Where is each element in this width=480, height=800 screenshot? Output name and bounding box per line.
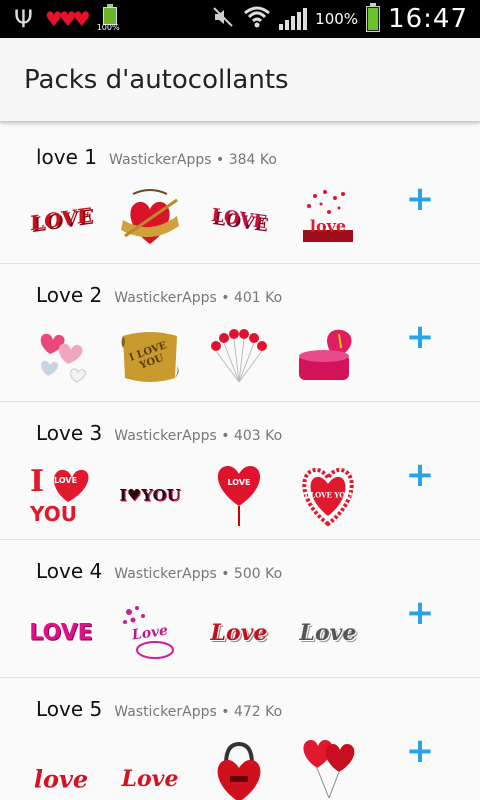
sticker-preview: love [295,186,361,252]
pack-header: Love 3 WastickerApps • 403 Ko [36,421,282,445]
sticker-preview [117,186,183,252]
sticker-pack-list: love 1 WastickerApps • 384 Ko LOVE LOVE … [0,126,480,800]
sticker-preview: LOVE [28,186,94,252]
pack-meta: WastickerApps • 403 Ko [114,428,283,444]
sticker-preview [295,324,361,390]
pack-name: Love 4 [36,559,103,583]
sticker-previews: LOVE LOVE love [28,186,361,252]
add-pack-button[interactable]: + [404,596,436,630]
sticker-text: I♥YOU [119,485,181,505]
sticker-preview [206,324,272,390]
sticker-text: love [309,216,347,236]
sticker-previews: I LOVE YOU [28,324,361,390]
sticker-pack-row[interactable]: Love 2 WastickerApps • 401 Ko I LOVE YOU… [0,264,480,402]
add-pack-button[interactable]: + [404,734,436,768]
battery-percent: 100% [315,10,359,28]
sticker-text: YOU [30,502,78,526]
sticker-text: LOVE [54,476,78,485]
sticker-preview: love [28,738,94,800]
sticker-preview [206,738,272,800]
app-bar: Packs d'autocollants [0,38,480,122]
sticker-text: LOVE [209,204,269,234]
pack-meta: WastickerApps • 472 Ko [114,704,283,720]
page-title: Packs d'autocollants [24,65,289,95]
sticker-text: Love [299,620,357,646]
sticker-preview: Love [117,738,183,800]
sticker-text: Love [121,765,179,792]
small-battery-label: 100% [96,23,120,32]
pack-name: love 1 [36,145,98,169]
battery-icon [366,3,381,32]
sticker-preview: Love [117,600,183,666]
sticker-previews: love Love [28,738,361,800]
signal-icon [279,8,308,30]
add-pack-button[interactable]: + [404,320,436,354]
hearts-notification-icon: ♥♥♥ [44,7,91,31]
sticker-preview [28,324,94,390]
sticker-preview: I♥YOU [117,462,183,528]
status-bar: Ψ ♥♥♥ 100% 100% 16:47 [0,0,480,38]
sticker-preview: LOVE [206,462,272,528]
pack-name: Love 5 [36,697,103,721]
sticker-preview: I LOVE YOU [295,462,361,528]
sticker-previews: LOVE Love Love Love [28,600,361,666]
sticker-pack-row[interactable]: love 1 WastickerApps • 384 Ko LOVE LOVE … [0,126,480,264]
sticker-preview: Love [295,600,361,666]
mute-icon [211,5,235,34]
sticker-preview: I LOVE YOU [28,462,94,528]
pack-header: Love 5 WastickerApps • 472 Ko [36,697,282,721]
usb-icon: Ψ [14,5,33,33]
pack-header: Love 2 WastickerApps • 401 Ko [36,283,282,307]
sticker-pack-row[interactable]: Love 4 WastickerApps • 500 Ko LOVE Love … [0,540,480,678]
sticker-text: LOVE [30,202,92,236]
pack-meta: WastickerApps • 384 Ko [109,152,277,168]
pack-meta: WastickerApps • 401 Ko [114,290,283,306]
sticker-previews: I LOVE YOU I♥YOU LOVE I LOVE YOU [28,462,361,528]
sticker-preview: LOVE [28,600,94,666]
sticker-text: Love [210,620,268,646]
add-pack-button[interactable]: + [404,458,436,492]
sticker-text: I LOVE YOU [304,490,352,500]
sticker-pack-row[interactable]: Love 3 WastickerApps • 403 Ko I LOVE YOU… [0,402,480,540]
sticker-text: love [33,764,89,794]
wifi-icon [243,5,271,34]
pack-name: Love 3 [36,421,103,445]
pack-meta: WastickerApps • 500 Ko [114,566,283,582]
sticker-preview: I LOVE YOU [117,324,183,390]
battery-notification-icon: 100% [96,4,121,34]
pack-header: love 1 WastickerApps • 384 Ko [36,145,277,169]
sticker-text: LOVE [227,478,251,487]
sticker-pack-row[interactable]: Love 5 WastickerApps • 472 Ko love Love … [0,678,480,800]
sticker-preview: Love [206,600,272,666]
sticker-text: LOVE [29,620,93,646]
clock: 16:47 [388,4,468,34]
add-pack-button[interactable]: + [404,182,436,216]
sticker-preview [295,738,361,800]
sticker-preview: LOVE [206,186,272,252]
pack-header: Love 4 WastickerApps • 500 Ko [36,559,282,583]
pack-name: Love 2 [36,283,103,307]
